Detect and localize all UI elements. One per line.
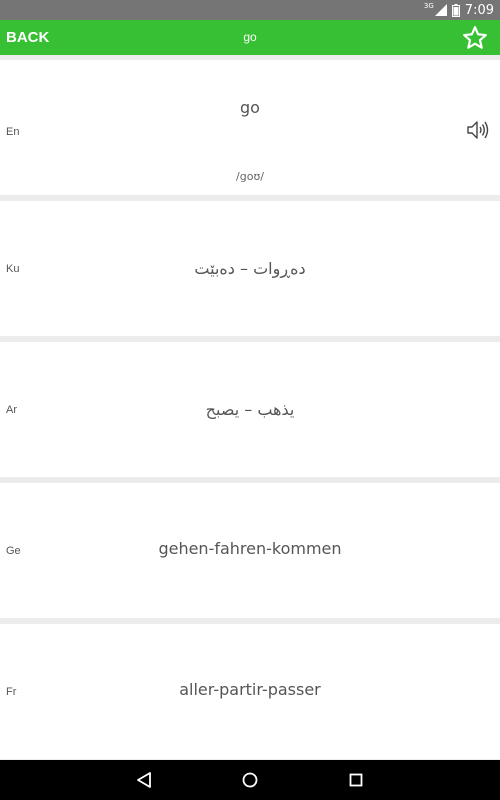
list-item-en: En go /goʊ/ [0,60,500,195]
home-circle-icon[interactable] [238,768,262,792]
translation-list: En go /goʊ/ Ku دەڕوات – دەبێت Ar يذهب – … [0,55,500,760]
signal-icon [434,4,447,16]
battery-icon [451,3,460,17]
status-indicators: 3G 7:09 [424,0,494,20]
phonetic-transcription: /goʊ/ [236,170,264,183]
list-item-ku: Ku دەڕوات – دەبێت [0,201,500,336]
translation-text: aller-partir-passer [179,680,321,699]
network-type-label: 3G [423,2,434,10]
app-bar: go BACK [0,20,500,55]
list-item-fr: Fr aller-partir-passer [0,624,500,759]
translation-text: يذهب – يصبح [205,400,295,419]
status-time: 7:09 [464,2,494,18]
list-item-ge: Ge gehen-fahren-kommen [0,483,500,618]
language-code: En [6,126,20,138]
list-item-ar: Ar يذهب – يصبح [0,342,500,477]
recents-square-icon[interactable] [344,768,368,792]
status-bar: 3G 7:09 [0,0,500,20]
translation-text: gehen-fahren-kommen [158,539,342,558]
page-title: go [243,30,257,44]
navigation-bar [0,760,500,800]
star-outline-icon[interactable] [462,25,488,51]
back-triangle-icon[interactable] [132,768,156,792]
back-button[interactable]: BACK [6,20,49,55]
translation-text: go [240,98,260,117]
translation-text: دەڕوات – دەبێت [194,259,306,278]
speaker-icon[interactable] [466,120,492,140]
